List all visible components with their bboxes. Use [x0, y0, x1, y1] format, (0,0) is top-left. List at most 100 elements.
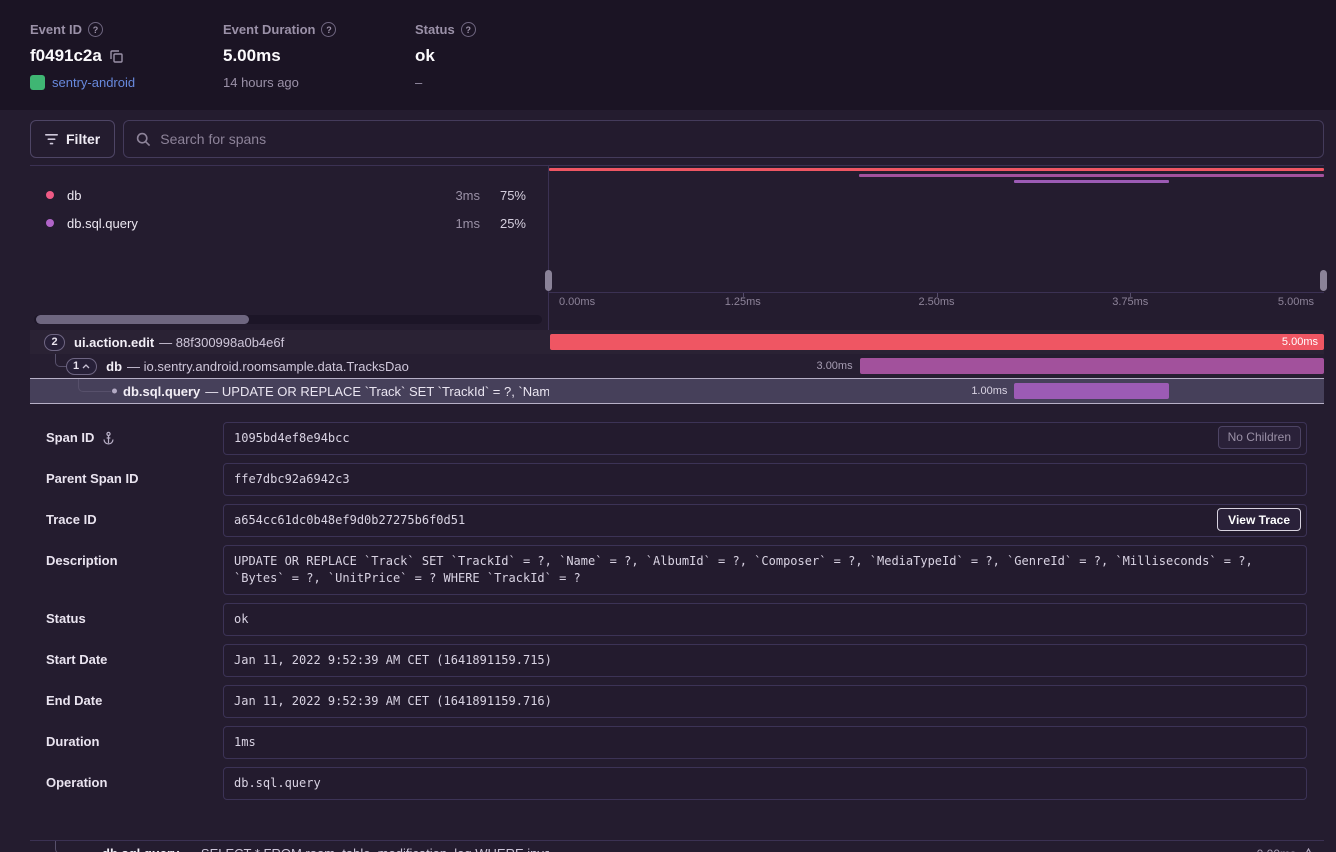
- span-id-label: Span ID: [46, 430, 94, 445]
- event-duration-ago: 14 hours ago: [223, 75, 415, 90]
- help-icon[interactable]: ?: [321, 22, 336, 37]
- span-op: db: [106, 359, 122, 374]
- description-label: Description: [46, 553, 118, 568]
- detail-row-trace-id: Trace ID a654cc61dc0b48ef9d0b27275b6f0d5…: [46, 504, 1307, 537]
- status-row-value: ok: [223, 603, 1307, 636]
- span-duration-label: 0.00ms: [1257, 847, 1296, 852]
- search-input[interactable]: [160, 131, 1311, 147]
- status-value: ok: [415, 46, 435, 66]
- span-description: — SELECT * FROM room_table_modification_…: [184, 846, 549, 852]
- parent-span-id-label: Parent Span ID: [46, 471, 138, 486]
- status-label: Status: [415, 22, 455, 37]
- op-color-dot: [46, 219, 54, 227]
- status-block: Status ? ok –: [415, 0, 476, 110]
- axis-tick-label: 0.00ms: [559, 296, 595, 308]
- project-link[interactable]: sentry-android: [52, 75, 135, 90]
- help-icon[interactable]: ?: [88, 22, 103, 37]
- description-value: UPDATE OR REPLACE `Track` SET `TrackId` …: [223, 545, 1307, 595]
- axis-tick-label: 3.75ms: [1112, 296, 1148, 308]
- detail-row-duration: Duration 1ms: [46, 726, 1307, 759]
- span-duration-label: 3.00ms: [817, 358, 853, 374]
- event-id-block: Event ID ? f0491c2a sentry-android: [30, 0, 223, 110]
- detail-row-status: Status ok: [46, 603, 1307, 636]
- operation-value: db.sql.query: [223, 767, 1307, 800]
- filter-icon: [45, 134, 58, 145]
- ops-breakdown: db 3ms 75% db.sql.query 1ms 25%: [30, 166, 549, 310]
- end-date-label: End Date: [46, 693, 102, 708]
- detail-row-description: Description UPDATE OR REPLACE `Track` SE…: [46, 545, 1307, 595]
- duration-label: Duration: [46, 734, 99, 749]
- trace-view-panel: db 3ms 75% db.sql.query 1ms 25% 0.00: [30, 165, 1324, 852]
- ops-breakdown-row[interactable]: db 3ms 75%: [46, 181, 526, 209]
- chevron-up-icon: [82, 364, 90, 369]
- span-detail-panel: Span ID 1095bd4ef8e94bcc No Children Par…: [30, 404, 1324, 840]
- span-op: db.sql.query: [102, 846, 179, 852]
- status-row-label: Status: [46, 611, 86, 626]
- start-date-label: Start Date: [46, 652, 107, 667]
- span-description: — io.sentry.android.roomsample.data.Trac…: [127, 359, 409, 374]
- operation-label: Operation: [46, 775, 107, 790]
- detail-row-parent-span-id: Parent Span ID ffe7dbc92a6942c3: [46, 463, 1307, 496]
- span-description: — UPDATE OR REPLACE `Track` SET `TrackId…: [205, 384, 549, 399]
- span-row-db-sql-query-select[interactable]: db.sql.query — SELECT * FROM room_table_…: [30, 840, 1324, 852]
- start-date-value: Jan 11, 2022 9:52:39 AM CET (1641891159.…: [223, 644, 1307, 677]
- event-id-label: Event ID: [30, 22, 82, 37]
- children-count-badge[interactable]: 2: [44, 334, 65, 351]
- event-id-label-row: Event ID ?: [30, 22, 223, 37]
- ops-breakdown-row[interactable]: db.sql.query 1ms 25%: [46, 209, 526, 237]
- detail-row-start-date: Start Date Jan 11, 2022 9:52:39 AM CET (…: [46, 644, 1307, 677]
- warning-icon[interactable]: [1302, 848, 1315, 852]
- spans-toolbar: Filter: [30, 120, 1324, 158]
- span-search[interactable]: [123, 120, 1324, 158]
- detail-row-operation: Operation db.sql.query: [46, 767, 1307, 800]
- minimap-span-bar: [1014, 180, 1169, 183]
- span-row-db[interactable]: 1 db — io.sentry.android.roomsample.data…: [30, 354, 1324, 378]
- minimap-span-bar: [859, 174, 1324, 177]
- op-percent: 75%: [480, 188, 526, 203]
- status-sub: –: [415, 75, 476, 90]
- op-duration: 1ms: [428, 216, 480, 231]
- trace-id-label: Trace ID: [46, 512, 97, 527]
- op-percent: 25%: [480, 216, 526, 231]
- minimap-timeline[interactable]: 0.00ms 1.25ms 2.50ms 3.75ms 5.00ms: [549, 166, 1324, 310]
- span-tree: 2 ui.action.edit — 88f300998a0b4e6f 5.00…: [30, 330, 1324, 404]
- axis-tick-label: 5.00ms: [1278, 296, 1314, 308]
- span-duration-bar[interactable]: 5.00ms: [550, 334, 1324, 350]
- no-children-badge: No Children: [1218, 426, 1301, 449]
- view-trace-button[interactable]: View Trace: [1217, 508, 1301, 531]
- children-count-badge[interactable]: 1: [66, 358, 97, 375]
- span-duration-bar[interactable]: 1.00ms: [1014, 383, 1169, 399]
- scrollbar-row: [30, 310, 1324, 330]
- trace-minimap: db 3ms 75% db.sql.query 1ms 25% 0.00: [30, 166, 1324, 310]
- span-row-ui-action-edit[interactable]: 2 ui.action.edit — 88f300998a0b4e6f 5.00…: [30, 330, 1324, 354]
- minimap-span-bar: [549, 168, 1324, 171]
- scrollbar-thumb[interactable]: [36, 315, 249, 324]
- event-duration-block: Event Duration ? 5.00ms 14 hours ago: [223, 0, 415, 110]
- parent-span-id-value: ffe7dbc92a6942c3: [223, 463, 1307, 496]
- detail-row-end-date: End Date Jan 11, 2022 9:52:39 AM CET (16…: [46, 685, 1307, 718]
- duration-value: 1ms: [223, 726, 1307, 759]
- horizontal-scrollbar[interactable]: [34, 315, 542, 324]
- end-date-value: Jan 11, 2022 9:52:39 AM CET (1641891159.…: [223, 685, 1307, 718]
- span-op: ui.action.edit: [74, 335, 154, 350]
- span-op: db.sql.query: [123, 384, 200, 399]
- minimap-left-handle[interactable]: [545, 270, 552, 291]
- op-duration: 3ms: [428, 188, 480, 203]
- time-axis: 0.00ms 1.25ms 2.50ms 3.75ms 5.00ms: [549, 292, 1324, 310]
- op-color-dot: [46, 191, 54, 199]
- span-description: — 88f300998a0b4e6f: [159, 335, 284, 350]
- event-header: Event ID ? f0491c2a sentry-android Event…: [0, 0, 1336, 110]
- search-icon: [136, 132, 151, 147]
- axis-tick-label: 2.50ms: [918, 296, 954, 308]
- help-icon[interactable]: ?: [461, 22, 476, 37]
- span-duration-bar[interactable]: 3.00ms: [860, 358, 1324, 374]
- span-duration-label: 5.00ms: [1282, 334, 1318, 350]
- copy-icon[interactable]: [110, 50, 123, 63]
- span-row-db-sql-query-selected[interactable]: db.sql.query — UPDATE OR REPLACE `Track`…: [30, 378, 1324, 404]
- anchor-icon[interactable]: [102, 431, 115, 445]
- detail-row-span-id: Span ID 1095bd4ef8e94bcc No Children: [46, 422, 1307, 455]
- op-name: db.sql.query: [67, 216, 138, 231]
- trace-id-value: a654cc61dc0b48ef9d0b27275b6f0d51 View Tr…: [223, 504, 1307, 537]
- minimap-right-handle[interactable]: [1320, 270, 1327, 291]
- filter-button[interactable]: Filter: [30, 120, 115, 158]
